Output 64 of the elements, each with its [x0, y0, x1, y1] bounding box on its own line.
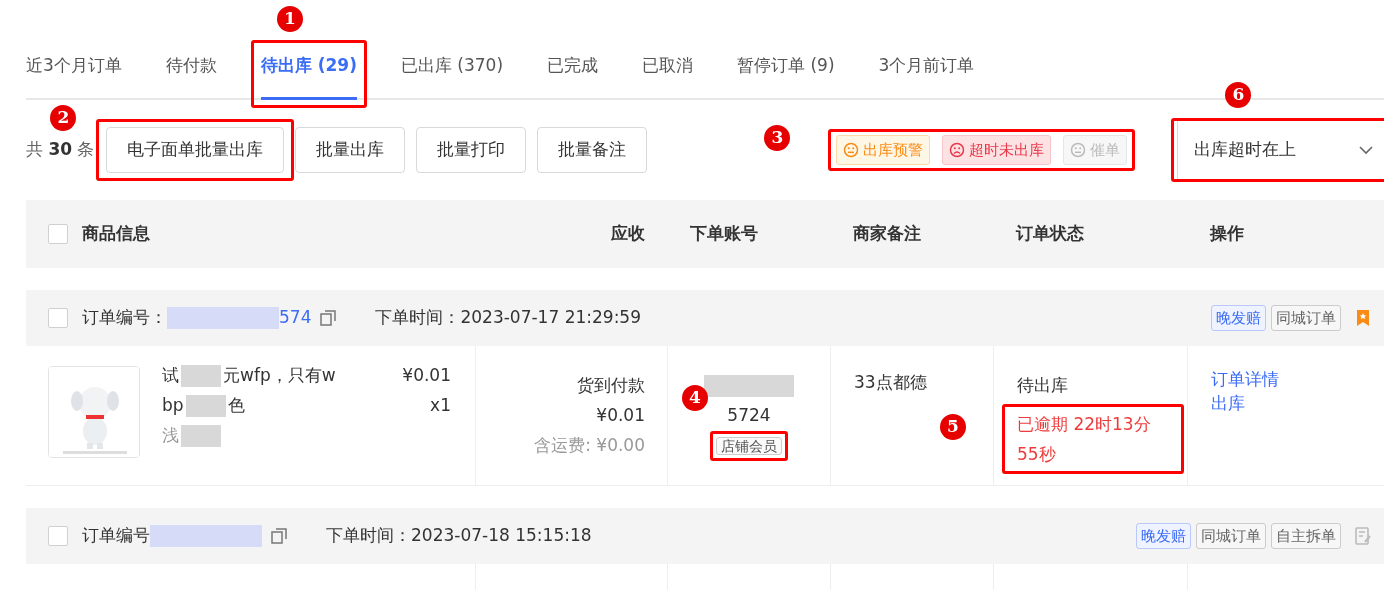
- batch-button[interactable]: 批量打印: [416, 127, 527, 173]
- column-header: 下单账号: [689, 222, 759, 246]
- member-tag: 店铺会员: [716, 437, 782, 455]
- order-tag: 同城订单: [1196, 522, 1266, 550]
- order-number-label: 订单编号：: [82, 306, 167, 330]
- callout-number: 5: [940, 414, 966, 440]
- tab[interactable]: 已出库 (370): [400, 48, 504, 100]
- tab[interactable]: 待付款: [165, 48, 217, 100]
- product-title-fragment: 试: [162, 365, 179, 385]
- batch-button[interactable]: 批量出库: [295, 127, 406, 173]
- batch-button[interactable]: 电子面单批量出库: [106, 127, 285, 173]
- note-icon: [1354, 527, 1372, 545]
- tab[interactable]: 近3个月订单: [26, 48, 122, 100]
- sad-face-icon: [949, 142, 966, 158]
- blur-mask: [185, 395, 226, 417]
- face-icon: [843, 142, 860, 158]
- order-time: 下单时间：2023-07-18 15:15:18: [326, 525, 592, 546]
- column-header: 操作: [1208, 222, 1245, 246]
- column-header: 商家备注: [852, 222, 922, 246]
- batch-button[interactable]: 批量备注: [537, 127, 648, 173]
- total-count: 共 30 条: [26, 138, 95, 162]
- account-number: 5724: [726, 404, 772, 427]
- select-all-checkbox[interactable]: [48, 224, 68, 244]
- tab[interactable]: 已完成: [547, 48, 599, 100]
- column-header: 商品信息: [82, 222, 150, 246]
- callout-number: 4: [682, 385, 708, 411]
- order-time: 下单时间：2023-07-17 21:29:59: [375, 307, 641, 328]
- order-tag: 晚发赔: [1211, 304, 1266, 332]
- product-title-fragment: 元wfp，只有w: [223, 365, 336, 385]
- chevron-down-icon: [1358, 145, 1375, 155]
- overdue-time: 已逾期 22时13分55秒: [1017, 413, 1152, 466]
- tab[interactable]: 已取消: [642, 48, 694, 100]
- payment-method: 货到付款: [576, 374, 645, 397]
- callout-number: 3: [764, 124, 791, 151]
- tab[interactable]: 待出库 (29): [260, 48, 357, 100]
- blur-mask: [181, 365, 221, 387]
- copy-icon: [319, 309, 338, 327]
- product-title-fragment: 色: [227, 395, 245, 415]
- column-header: 应收: [610, 222, 646, 246]
- product-title-fragment: 浅: [162, 425, 179, 445]
- blur-mask: [181, 425, 221, 447]
- order-checkbox[interactable]: [48, 526, 68, 546]
- order-checkbox[interactable]: [48, 308, 68, 328]
- order-number[interactable]: 574: [279, 305, 312, 331]
- order-status: 待出库: [1017, 374, 1069, 397]
- tab[interactable]: 3个月前订单: [878, 48, 975, 100]
- order-tag: 晚发赔: [1136, 522, 1191, 550]
- unit-price: ¥0.01: [402, 364, 451, 387]
- product-title-fragment: bp: [162, 395, 184, 415]
- face-icon: [1070, 142, 1087, 158]
- amount: ¥0.01: [595, 404, 645, 427]
- tab[interactable]: 暂停订单 (9): [737, 48, 835, 100]
- copy-icon: [270, 527, 288, 545]
- bookmark-icon: [1354, 309, 1372, 327]
- order-tag: 自主拆单: [1271, 522, 1341, 550]
- sort-value: 出库超时在上: [1194, 138, 1297, 162]
- callout-number: 1: [276, 6, 303, 32]
- callout-number: 6: [1225, 82, 1252, 108]
- order-number-label: 订单编号: [82, 524, 150, 548]
- column-header: 订单状态: [1014, 222, 1085, 246]
- order-tag: 同城订单: [1271, 304, 1341, 332]
- callout-number: 2: [50, 105, 77, 131]
- quantity: x1: [429, 394, 451, 417]
- shipping-fee: 含运费: ¥0.00: [533, 434, 645, 457]
